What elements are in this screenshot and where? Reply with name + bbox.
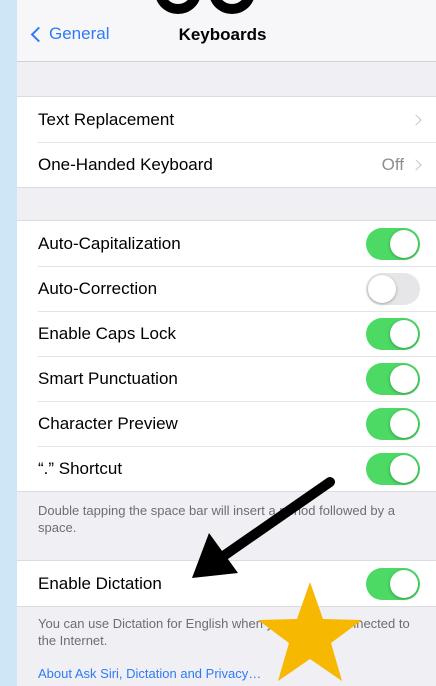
annotation-overlay [192,477,362,681]
arrow-icon [192,477,335,578]
star-icon [258,582,362,681]
